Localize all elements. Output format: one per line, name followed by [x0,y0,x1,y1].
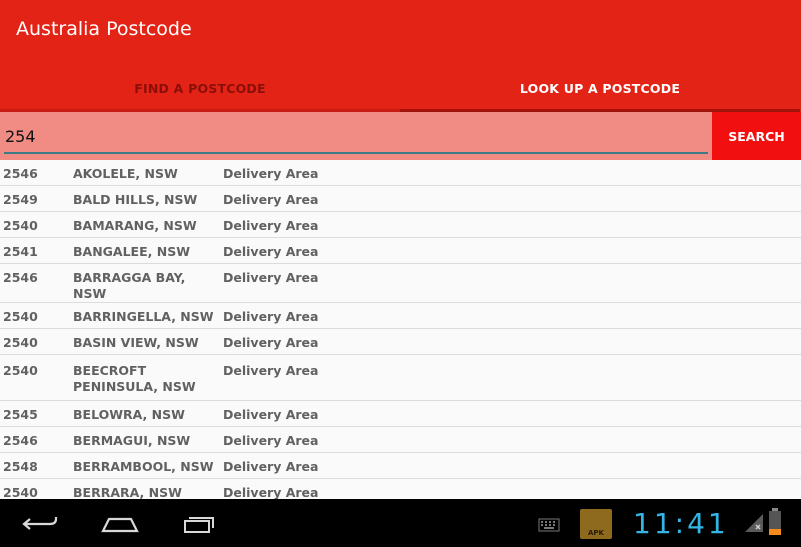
result-postcode: 2540 [3,485,38,499]
result-postcode: 2545 [3,407,38,422]
result-row[interactable]: 2546 BERMAGUI, NSW Delivery Area [0,427,801,453]
result-postcode: 2540 [3,335,38,350]
result-type: Delivery Area [223,218,319,233]
result-type: Delivery Area [223,192,319,207]
result-row[interactable]: 2540 BASIN VIEW, NSW Delivery Area [0,329,801,355]
result-postcode: 2540 [3,363,38,378]
search-button[interactable]: SEARCH [712,112,801,160]
battery-icon [768,508,782,536]
apk-notification-icon[interactable]: APK [580,509,612,539]
app-root: Australia Postcode FIND A POSTCODE LOOK … [0,0,801,547]
result-postcode: 2546 [3,433,38,448]
result-row[interactable]: 2540 BEECROFT PENINSULA, NSW Delivery Area [0,355,801,401]
result-type: Delivery Area [223,485,319,499]
result-location: AKOLELE, NSW [73,166,178,181]
result-postcode: 2540 [3,309,38,324]
result-postcode: 2546 [3,270,38,285]
system-nav-bar: APK 11:41 [0,499,801,547]
result-location: BERRARA, NSW [73,485,182,499]
result-type: Delivery Area [223,433,319,448]
tab-find-a-postcode[interactable]: FIND A POSTCODE [0,64,400,112]
result-row[interactable]: 2546 BARRAGGA BAY, NSW Delivery Area [0,264,801,303]
search-bar [0,112,801,160]
result-location: BERRAMBOOL, NSW [73,459,214,474]
result-type: Delivery Area [223,309,319,324]
home-icon[interactable] [96,509,144,537]
result-location: BAMARANG, NSW [73,218,197,233]
result-type: Delivery Area [223,166,319,181]
signal-icon [744,511,764,533]
apk-label: APK [588,529,604,537]
search-input[interactable] [4,120,708,154]
result-type: Delivery Area [223,335,319,350]
result-row[interactable]: 2540 BERRARA, NSW Delivery Area [0,479,801,499]
result-row[interactable]: 2549 BALD HILLS, NSW Delivery Area [0,186,801,212]
result-type: Delivery Area [223,270,319,285]
result-row[interactable]: 2548 BERRAMBOOL, NSW Delivery Area [0,453,801,479]
back-arrow-icon[interactable] [16,509,64,537]
result-type: Delivery Area [223,244,319,259]
result-type: Delivery Area [223,363,319,378]
result-location: BANGALEE, NSW [73,244,190,259]
tab-bar: FIND A POSTCODE LOOK UP A POSTCODE [0,64,801,112]
app-title: Australia Postcode [16,18,192,40]
result-postcode: 2540 [3,218,38,233]
result-row[interactable]: 2541 BANGALEE, NSW Delivery Area [0,238,801,264]
result-location: BELOWRA, NSW [73,407,185,422]
result-row[interactable]: 2540 BAMARANG, NSW Delivery Area [0,212,801,238]
result-location: BEECROFT PENINSULA, NSW [73,363,196,394]
result-location: BARRINGELLA, NSW [73,309,214,324]
result-location: BALD HILLS, NSW [73,192,198,207]
recent-apps-icon[interactable] [176,509,224,537]
result-postcode: 2548 [3,459,38,474]
result-postcode: 2546 [3,166,38,181]
result-postcode: 2541 [3,244,38,259]
result-row[interactable]: 2546 AKOLELE, NSW Delivery Area [0,160,801,186]
result-type: Delivery Area [223,459,319,474]
app-bar: Australia Postcode [0,0,801,64]
result-type: Delivery Area [223,407,319,422]
result-location: BASIN VIEW, NSW [73,335,199,350]
tab-look-up-a-postcode[interactable]: LOOK UP A POSTCODE [400,64,800,112]
clock: 11:41 [633,507,729,540]
result-row[interactable]: 2545 BELOWRA, NSW Delivery Area [0,401,801,427]
result-postcode: 2549 [3,192,38,207]
results-list[interactable]: 2546 AKOLELE, NSW Delivery Area 2549 BALD HI… [0,160,801,499]
result-location: BARRAGGA BAY, NSW [73,270,186,301]
result-location: BERMAGUI, NSW [73,433,191,448]
result-row[interactable]: 2540 BARRINGELLA, NSW Delivery Area [0,303,801,329]
keyboard-icon [538,517,560,532]
